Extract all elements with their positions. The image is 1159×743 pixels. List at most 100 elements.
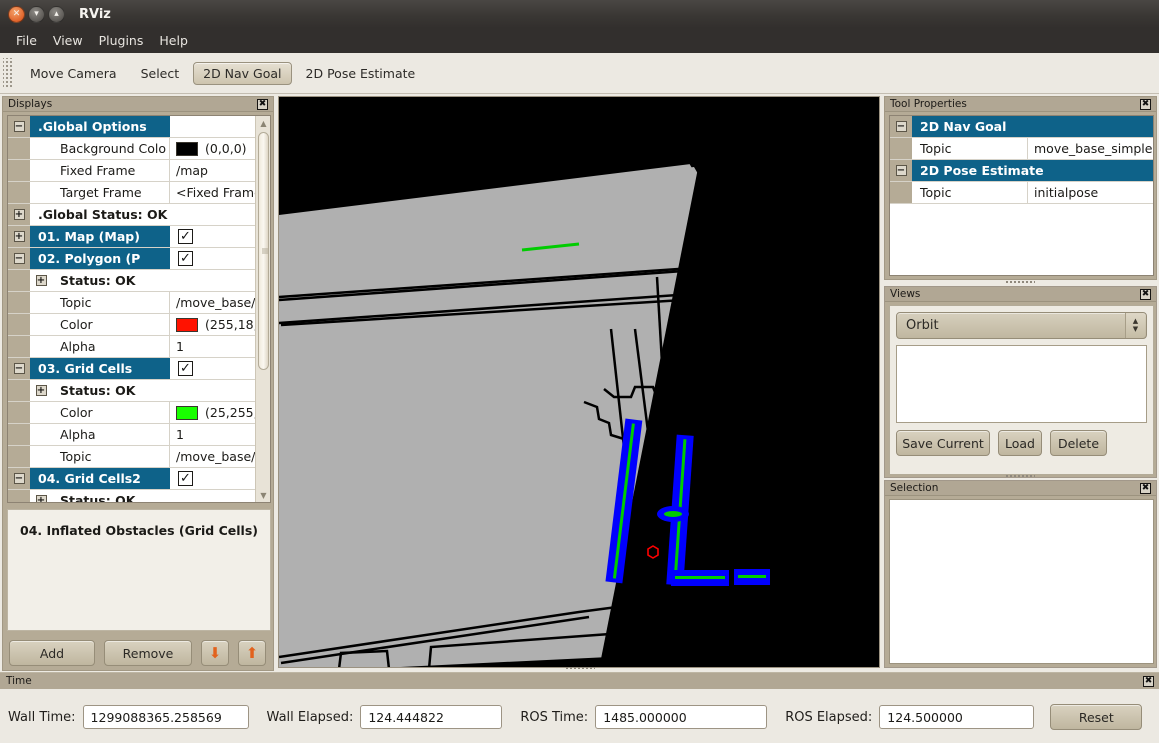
move-up-button[interactable]: ⬆	[238, 640, 266, 666]
tree-row[interactable]: Color (25,255,0)	[8, 402, 255, 424]
displays-close-icon[interactable]: ✖	[257, 99, 268, 110]
tree-expander[interactable]: +	[8, 204, 30, 225]
tree-row[interactable]: −04. Grid Cells2 ✓	[8, 468, 255, 490]
tree-row-value[interactable]	[208, 204, 255, 225]
tree-row-value[interactable]: (25,255,0)	[170, 402, 255, 423]
tool-2d-nav-goal[interactable]: 2D Nav Goal	[193, 61, 292, 85]
enable-checkbox[interactable]: ✓	[178, 471, 193, 486]
tree-row[interactable]: −2D Nav Goal	[890, 116, 1153, 138]
selection-close-icon[interactable]: ✖	[1140, 483, 1151, 494]
tree-row-value[interactable]: /move_base/loca	[170, 292, 255, 313]
tree-expander[interactable]: +	[30, 270, 52, 291]
views-close-icon[interactable]: ✖	[1140, 289, 1151, 300]
selection-list[interactable]	[889, 499, 1154, 664]
scrollbar-thumb[interactable]	[258, 132, 269, 370]
tree-row[interactable]: Alpha 1	[8, 336, 255, 358]
3d-render-view[interactable]	[278, 96, 880, 668]
tree-row-value[interactable]: (255,18,0)	[170, 314, 255, 335]
tree-expander[interactable]: +	[30, 490, 52, 502]
scroll-up-icon[interactable]: ▲	[256, 116, 270, 130]
tree-row[interactable]: − .Global Options	[8, 116, 255, 138]
tree-row-value[interactable]	[192, 490, 255, 502]
tree-expander[interactable]: −	[890, 160, 912, 181]
tree-row[interactable]: Alpha 1	[8, 424, 255, 446]
dock-splitter-toolprops[interactable]	[1005, 280, 1035, 285]
maximize-icon[interactable]: ▴	[48, 5, 65, 23]
tree-row-value[interactable]: 1	[170, 336, 255, 357]
tree-row[interactable]: + Status: OK	[8, 270, 255, 292]
tree-row[interactable]: Topic/move_base/loca	[8, 446, 255, 468]
ros-time-input[interactable]: 1485.000000	[595, 705, 768, 729]
color-swatch[interactable]	[176, 141, 198, 156]
color-swatch[interactable]	[176, 317, 198, 332]
tree-expander[interactable]: −	[8, 358, 30, 379]
tree-row[interactable]: + .Global Status: OK	[8, 204, 255, 226]
close-icon[interactable]: ✕	[8, 5, 25, 23]
tree-row[interactable]: + Status: OK	[8, 490, 255, 502]
tree-row-value[interactable]: ✓	[170, 248, 255, 269]
remove-display-button[interactable]: Remove	[104, 640, 192, 666]
tree-row-value[interactable]: 1	[170, 424, 255, 445]
menu-view[interactable]: View	[45, 31, 91, 50]
wall-time-input[interactable]: 1299088365.258569	[82, 705, 249, 729]
displays-scrollbar[interactable]: ▲ ▼	[255, 116, 270, 502]
dock-splitter-view3d[interactable]	[565, 666, 595, 671]
time-close-icon[interactable]: ✖	[1143, 675, 1154, 687]
dock-splitter-views[interactable]	[1005, 474, 1035, 479]
scroll-down-icon[interactable]: ▼	[256, 488, 270, 502]
enable-checkbox[interactable]: ✓	[178, 229, 193, 244]
wall-elapsed-input[interactable]: 124.444822	[360, 705, 503, 729]
tree-expander[interactable]: −	[8, 248, 30, 269]
tool-move-camera[interactable]: Move Camera	[20, 62, 127, 85]
tree-row-value[interactable]: ✓	[170, 468, 255, 489]
tree-row-value[interactable]: /move_base/loca	[170, 446, 255, 467]
move-down-button[interactable]: ⬇	[201, 640, 229, 666]
tree-row[interactable]: +01. Map (Map) ✓	[8, 226, 255, 248]
tree-row[interactable]: Topic move_base_simple,	[890, 138, 1153, 160]
tree-expander[interactable]: −	[890, 116, 912, 137]
spinner-arrows-icon[interactable]: ▲ ▼	[1125, 313, 1145, 338]
minimize-icon[interactable]: ▾	[28, 5, 45, 23]
tree-row[interactable]: Fixed Frame/map	[8, 160, 255, 182]
tree-row[interactable]: Color (255,18,0)	[8, 314, 255, 336]
tool-2d-pose-estimate[interactable]: 2D Pose Estimate	[296, 62, 426, 85]
tree-expander[interactable]: −	[8, 116, 30, 137]
tree-row-value[interactable]: move_base_simple,	[1028, 138, 1153, 159]
tree-row-value[interactable]: (0,0,0)	[170, 138, 255, 159]
tree-row-value[interactable]	[192, 270, 255, 291]
tree-row[interactable]: −02. Polygon (P ✓	[8, 248, 255, 270]
displays-tree[interactable]: − .Global Options Background Colo (0,0,0) Fi…	[8, 116, 255, 502]
tree-row-value[interactable]	[170, 116, 255, 137]
color-swatch[interactable]	[176, 405, 198, 420]
tool-properties-close-icon[interactable]: ✖	[1140, 99, 1151, 110]
menu-file[interactable]: File	[8, 31, 45, 50]
saved-views-list[interactable]	[896, 345, 1147, 423]
tree-row-value[interactable]	[192, 380, 255, 401]
toolbar-grip-icon[interactable]	[3, 58, 12, 88]
menu-plugins[interactable]: Plugins	[91, 31, 152, 50]
tree-row[interactable]: Topic initialpose	[890, 182, 1153, 204]
tool-select[interactable]: Select	[131, 62, 190, 85]
tree-row[interactable]: −03. Grid Cells ✓	[8, 358, 255, 380]
tree-row[interactable]: + Status: OK	[8, 380, 255, 402]
enable-checkbox[interactable]: ✓	[178, 251, 193, 266]
enable-checkbox[interactable]: ✓	[178, 361, 193, 376]
tree-row-value[interactable]: ✓	[170, 358, 255, 379]
tree-row[interactable]: Background Colo (0,0,0)	[8, 138, 255, 160]
tree-row[interactable]: Topic/move_base/loca	[8, 292, 255, 314]
tree-row-value[interactable]: <Fixed Frame>	[170, 182, 255, 203]
tree-expander[interactable]: +	[30, 380, 52, 401]
save-current-view-button[interactable]: Save Current	[896, 430, 990, 456]
menu-help[interactable]: Help	[151, 31, 196, 50]
tree-row[interactable]: Target Frame <Fixed Frame>	[8, 182, 255, 204]
load-view-button[interactable]: Load	[998, 430, 1042, 456]
displays-tree-container[interactable]: − .Global Options Background Colo (0,0,0) Fi…	[7, 115, 271, 503]
add-display-button[interactable]: Add	[9, 640, 95, 666]
view-type-combobox[interactable]: Orbit ▲ ▼	[896, 312, 1147, 339]
tree-row-value[interactable]: /map	[170, 160, 255, 181]
tree-row-value[interactable]: ✓	[170, 226, 255, 247]
tree-row-value[interactable]: initialpose	[1028, 182, 1153, 203]
tree-expander[interactable]: −	[8, 468, 30, 489]
tool-properties-tree[interactable]: −2D Nav Goal Topic move_base_simple, −2D Po…	[889, 115, 1154, 276]
tree-row[interactable]: −2D Pose Estimate	[890, 160, 1153, 182]
